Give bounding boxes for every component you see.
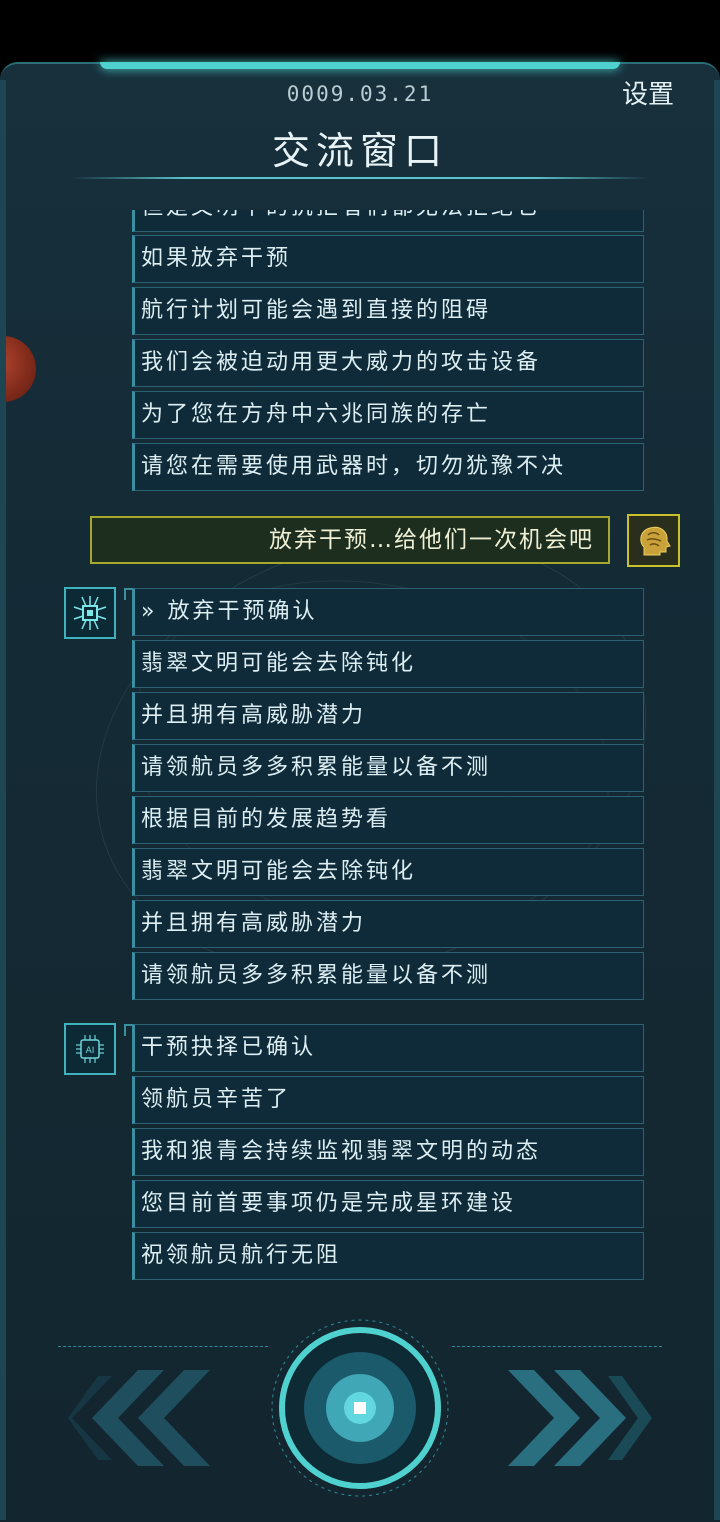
brain-head-icon (627, 514, 680, 567)
message-line: 请领航员多多积累能量以备不测 (132, 952, 644, 1000)
date-label: 0009.03.21 (286, 82, 434, 106)
message-line: 我和狼青会持续监视翡翠文明的动态 (132, 1128, 644, 1176)
center-action-button[interactable] (268, 1316, 452, 1500)
message-line: 我们会被迫动用更大威力的攻击设备 (132, 339, 644, 387)
message-line: 并且拥有高威胁潜力 (132, 900, 644, 948)
message-line: 翡翠文明可能会去除钝化 (132, 848, 644, 896)
circuit-chip-icon (64, 587, 116, 639)
message-line: 如果放弃干预 (132, 235, 644, 283)
double-chevron-right-icon[interactable] (508, 1370, 652, 1470)
message-line: 但是文明中的抗拒者们都无法拒绝它 (132, 210, 644, 232)
message-line: 请领航员多多积累能量以备不测 (132, 744, 644, 792)
double-chevron-left-icon[interactable] (68, 1370, 212, 1470)
message-line: 航行计划可能会遇到直接的阻碍 (132, 287, 644, 335)
ai-chip-icon: AI (64, 1023, 116, 1075)
message-line: 翡翠文明可能会去除钝化 (132, 640, 644, 688)
message-line: 您目前首要事项仍是完成星环建设 (132, 1180, 644, 1228)
message-line: » 放弃干预确认 (132, 588, 644, 636)
message-line: 根据目前的发展趋势看 (132, 796, 644, 844)
message-line: 领航员辛苦了 (132, 1076, 644, 1124)
message-line: 请您在需要使用武器时，切勿犹豫不决 (132, 443, 644, 491)
top-glow-bar (100, 62, 620, 69)
page-title: 交流窗口 (271, 129, 448, 173)
status-bar-area (0, 0, 720, 62)
settings-button[interactable]: 设置 (622, 74, 674, 111)
bottom-divider-right (452, 1346, 662, 1347)
title-divider (70, 177, 650, 179)
user-message: 放弃干预…给他们一次机会吧 (90, 516, 610, 564)
message-line: 祝领航员航行无阻 (132, 1232, 644, 1280)
message-line: 为了您在方舟中六兆同族的存亡 (132, 391, 644, 439)
ai-chip-label: AI (86, 1046, 95, 1056)
bottom-divider-left (58, 1346, 268, 1347)
message-line: 并且拥有高威胁潜力 (132, 692, 644, 740)
message-line: 干预抉择已确认 (132, 1024, 644, 1072)
